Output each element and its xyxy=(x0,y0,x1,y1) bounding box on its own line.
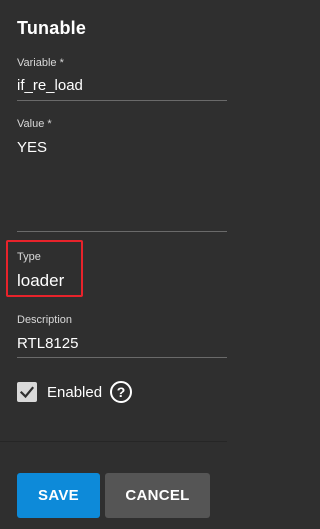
value-label: Value * xyxy=(17,118,52,130)
save-button[interactable]: SAVE xyxy=(17,473,100,518)
variable-label: Variable * xyxy=(17,57,64,69)
description-label: Description xyxy=(17,314,73,326)
type-highlight-box xyxy=(6,240,83,297)
help-icon[interactable]: ? xyxy=(110,381,133,403)
description-input[interactable]: RTL8125 xyxy=(17,335,227,353)
enabled-label: Enabled xyxy=(47,383,103,401)
form-title: Tunable xyxy=(17,18,87,38)
variable-field[interactable]: Variable * if_re_load xyxy=(17,57,227,101)
actions-divider xyxy=(0,441,227,442)
value-field[interactable]: Value * YES xyxy=(17,118,227,233)
description-underline xyxy=(17,357,227,358)
variable-underline xyxy=(17,100,227,101)
cancel-button[interactable]: CANCEL xyxy=(105,473,210,518)
variable-input[interactable]: if_re_load xyxy=(17,77,227,95)
value-underline xyxy=(17,231,227,232)
enabled-checkbox[interactable] xyxy=(17,382,37,402)
description-field[interactable]: Description RTL8125 xyxy=(17,314,227,358)
enabled-row: Enabled ? xyxy=(17,381,133,403)
value-textarea[interactable]: YES xyxy=(17,139,227,157)
checkmark-icon xyxy=(19,386,35,399)
